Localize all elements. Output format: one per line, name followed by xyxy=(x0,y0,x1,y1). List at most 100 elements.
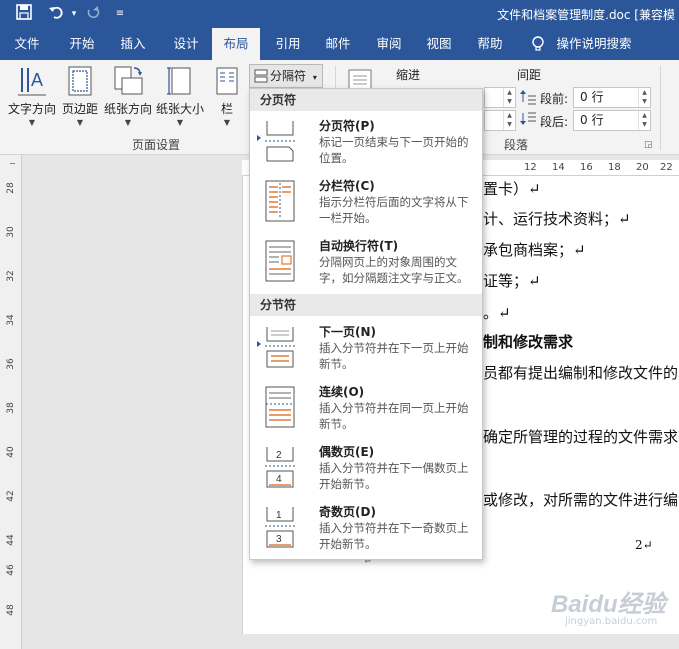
doc-line: 置卡）↵ xyxy=(483,180,541,198)
text-direction-label: 文字方向 xyxy=(7,102,56,116)
tab-layout[interactable]: 布局 xyxy=(212,28,260,60)
svg-text:1: 1 xyxy=(276,510,282,521)
menu-item-desc: 插入分节符并在下一页上开始新节。 xyxy=(319,341,469,371)
svg-text:3: 3 xyxy=(276,534,282,545)
menu-item-text-wrapping[interactable]: 自动换行符(T) 分隔网页上的对象周围的文字，如分隔题注文字与正文。 xyxy=(250,235,482,295)
ruler-number: 40 xyxy=(6,446,16,458)
space-after-icon xyxy=(520,112,536,125)
ruler-number: 42 xyxy=(6,490,16,502)
orientation-label: 纸张方向 xyxy=(103,102,152,116)
space-before-icon xyxy=(520,90,536,105)
menu-item-desc: 分隔网页上的对象周围的文字，如分隔题注文字与正文。 xyxy=(319,255,469,285)
marker-icon xyxy=(257,135,261,141)
orientation-button[interactable]: 纸张方向 ▼ xyxy=(102,64,154,127)
section-breaks-header: 分节符 xyxy=(250,294,482,316)
menu-item-desc: 插入分节符并在同一页上开始新节。 xyxy=(319,401,469,431)
ruler-number: 18 xyxy=(608,162,621,173)
page-break-icon xyxy=(265,121,295,162)
undo-icon[interactable] xyxy=(46,4,66,24)
ruler-number: 46 xyxy=(6,564,16,576)
tab-mailings[interactable]: 邮件 xyxy=(315,28,361,60)
orientation-icon xyxy=(114,66,143,95)
svg-text:4: 4 xyxy=(276,474,282,485)
dialog-launcher-icon[interactable]: ◲ xyxy=(644,140,653,150)
vertical-ruler[interactable]: 28 30 32 34 36 38 40 42 44 46 48 xyxy=(0,155,22,649)
indent-right-input[interactable]: ▲ ▼ xyxy=(484,110,516,131)
ruler-tick xyxy=(10,163,15,164)
ruler-number: 20 xyxy=(636,162,649,173)
space-before-input[interactable]: 0 行 ▲ ▼ xyxy=(573,87,651,108)
document-title: 文件和档案管理制度.doc [兼容模 xyxy=(497,8,675,22)
doc-line: 员都有提出编制和修改文件的 xyxy=(483,364,679,382)
ruler-number: 38 xyxy=(6,402,16,414)
paper-size-icon xyxy=(167,67,191,95)
group-divider xyxy=(660,66,661,150)
ruler-number: 32 xyxy=(6,270,16,282)
next-page-icon xyxy=(265,327,295,368)
doc-line: 承包商档案；↵ xyxy=(483,241,586,259)
menu-item-column-break[interactable]: 分栏符(C) 指示分栏符后面的文字将从下一栏开始。 xyxy=(250,175,482,235)
breaks-button[interactable]: 分隔符 ▾ xyxy=(249,64,323,88)
doc-line: 计、运行技术资料；↵ xyxy=(483,210,631,228)
spinner-arrows-icon[interactable]: ▲ ▼ xyxy=(503,111,515,130)
menu-item-even-page[interactable]: 2 4 偶数页(E) 插入分节符并在下一偶数页上开始新节。 xyxy=(250,441,482,501)
text-direction-icon: A xyxy=(18,68,46,96)
menu-item-desc: 插入分节符并在下一偶数页上开始新节。 xyxy=(319,461,469,491)
spinner-arrows-icon[interactable]: ▲ ▼ xyxy=(638,88,650,107)
breaks-dropdown: 分页符 分页符(P) 标记一页结束与下一页开始的位置。 分栏符(C) 指示分栏符… xyxy=(249,88,483,560)
text-direction-button[interactable]: A 文字方向 ▼ xyxy=(6,64,58,127)
tell-me-search[interactable]: 操作说明搜索 xyxy=(552,28,636,60)
menu-item-next-page[interactable]: 下一页(N) 插入分节符并在下一页上开始新节。 xyxy=(250,321,482,381)
chevron-down-icon: ▼ xyxy=(28,118,36,127)
menu-item-desc: 插入分节符并在下一奇数页上开始新节。 xyxy=(319,521,469,551)
size-button[interactable]: 纸张大小 ▼ xyxy=(154,64,206,127)
menu-item-page-break[interactable]: 分页符(P) 标记一页结束与下一页开始的位置。 xyxy=(250,115,482,175)
redo-icon[interactable] xyxy=(82,4,102,24)
marker-icon xyxy=(257,341,261,347)
margins-icon xyxy=(68,66,92,96)
save-icon[interactable] xyxy=(14,4,34,24)
menu-item-continuous[interactable]: 连续(O) 插入分节符并在同一页上开始新节。 xyxy=(250,381,482,441)
menu-item-title: 连续(O) xyxy=(319,385,365,399)
columns-icon xyxy=(216,67,238,95)
space-before-label: 段前: xyxy=(540,92,569,106)
lightbulb-icon[interactable] xyxy=(528,28,548,60)
ruler-number: 48 xyxy=(6,604,16,616)
undo-dropdown-icon[interactable]: ▾ xyxy=(64,4,84,24)
spinner-arrows-icon[interactable]: ▲ ▼ xyxy=(638,111,650,130)
doc-heading: 制和修改需求 xyxy=(483,333,574,351)
space-after-input[interactable]: 0 行 ▲ ▼ xyxy=(573,110,651,131)
indent-left-input[interactable]: ▲ ▼ xyxy=(484,87,516,108)
tab-view[interactable]: 视图 xyxy=(416,28,462,60)
menu-item-title: 自动换行符(T) xyxy=(319,239,399,253)
margins-label: 页边距 xyxy=(61,102,98,116)
tab-design[interactable]: 设计 xyxy=(163,28,209,60)
ruler-number: 44 xyxy=(6,534,16,546)
menu-item-title: 奇数页(D) xyxy=(319,505,376,519)
spacing-label: 间距 xyxy=(517,68,542,82)
margins-button[interactable]: 页边距 ▼ xyxy=(60,64,100,127)
chevron-down-icon: ▾ xyxy=(312,73,317,82)
spinner-arrows-icon[interactable]: ▲ ▼ xyxy=(503,88,515,107)
size-label: 纸张大小 xyxy=(155,102,204,116)
page-number: 2↵ xyxy=(635,538,653,552)
tab-references[interactable]: 引用 xyxy=(265,28,311,60)
tab-help[interactable]: 帮助 xyxy=(467,28,513,60)
tab-file[interactable]: 文件 xyxy=(4,28,50,60)
watermark-url: jingyan.baidu.com xyxy=(565,616,658,627)
odd-page-icon: 1 3 xyxy=(265,507,295,548)
tab-insert[interactable]: 插入 xyxy=(110,28,156,60)
customize-icon[interactable]: ≡ xyxy=(110,4,130,24)
ruler-number: 12 xyxy=(524,162,537,173)
space-before-value: 0 行 xyxy=(580,90,604,104)
page-breaks-header: 分页符 xyxy=(250,89,482,111)
tab-home[interactable]: 开始 xyxy=(58,28,106,60)
ruler-number: 14 xyxy=(552,162,565,173)
watermark: Baidu经验 jingyan.baidu.com xyxy=(543,584,679,632)
columns-label: 栏 xyxy=(220,102,233,116)
title-bar: ▾ ≡ 文件和档案管理制度.doc [兼容模 xyxy=(0,0,679,28)
tab-review[interactable]: 审阅 xyxy=(366,28,412,60)
menu-item-odd-page[interactable]: 1 3 奇数页(D) 插入分节符并在下一奇数页上开始新节。 xyxy=(250,501,482,561)
columns-button[interactable]: 栏 ▼ xyxy=(212,64,242,127)
doc-line: 证等；↵ xyxy=(483,272,541,290)
